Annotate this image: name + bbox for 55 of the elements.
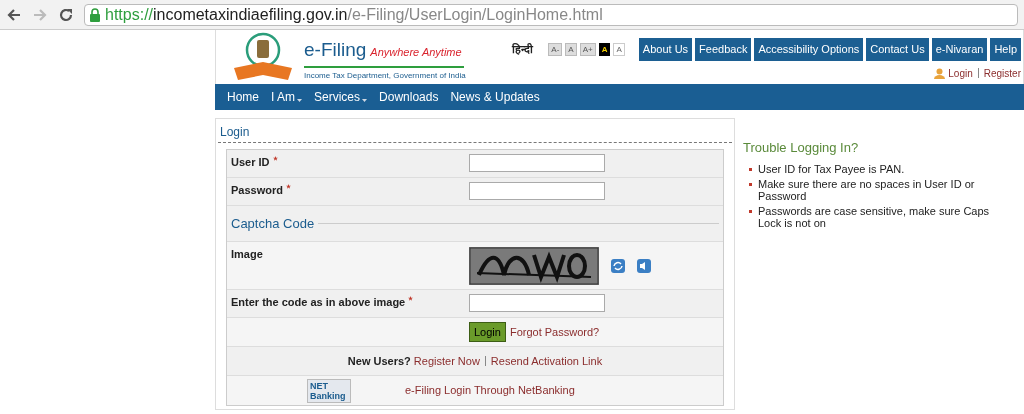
- address-bar[interactable]: https://incometaxindiaefiling.gov.in/e-Filing/UserLogin/LoginHome.html: [84, 3, 1018, 26]
- login-link[interactable]: Login: [948, 65, 973, 81]
- back-icon[interactable]: [6, 6, 22, 23]
- help-tip: User ID for Tax Payee is PAN.: [758, 162, 905, 175]
- top-nav-link[interactable]: Help: [990, 38, 1021, 61]
- nav-menu-item[interactable]: Home: [227, 88, 259, 106]
- forgot-password-link[interactable]: Forgot Password?: [509, 323, 600, 341]
- register-now-link[interactable]: Register Now: [413, 352, 480, 370]
- section-title: Captcha Code: [231, 214, 315, 233]
- bullet-icon: [749, 209, 752, 213]
- text-size-toggle[interactable]: A+: [579, 42, 596, 56]
- top-nav-link[interactable]: Contact Us: [866, 38, 929, 61]
- login-title: Login: [218, 119, 732, 143]
- reload-icon[interactable]: [58, 6, 74, 23]
- caret-icon: [297, 98, 303, 102]
- netbanking-badge: NET Banking: [307, 378, 351, 403]
- captcha-field[interactable]: [469, 294, 605, 312]
- text-size-toggle[interactable]: A: [613, 42, 625, 56]
- nav-menu-item[interactable]: Downloads: [379, 88, 439, 106]
- new-users-text: New Users?: [347, 353, 411, 369]
- bullet-icon: [749, 182, 752, 186]
- text-size-toggle[interactable]: A: [598, 42, 611, 56]
- top-nav-link[interactable]: About Us: [638, 38, 693, 61]
- netbanking-link[interactable]: e-Filing Login Through NetBanking: [405, 382, 575, 399]
- nav-menu-item[interactable]: Services: [314, 88, 361, 106]
- url-text: https://incometaxindiaefiling.gov.in/e-Filing/UserLogin/LoginHome.html: [105, 4, 603, 25]
- field-label: User ID: [231, 156, 270, 168]
- help-tip: Passwords are case sensitive, make sure Caps Lock is not on: [758, 204, 991, 229]
- text-size-toggle[interactable]: A: [565, 42, 577, 56]
- field-label: Enter the code as in above image: [231, 296, 406, 308]
- field-label: Image: [231, 248, 263, 260]
- text-field[interactable]: [469, 182, 605, 200]
- resend-activation-link[interactable]: Resend Activation Link: [490, 352, 603, 370]
- top-nav-link[interactable]: Feedback: [695, 38, 752, 61]
- user-icon: [934, 67, 946, 79]
- login-button[interactable]: Login: [469, 322, 506, 342]
- field-label: Password: [231, 184, 283, 196]
- text-size-toggle[interactable]: A-: [548, 42, 563, 56]
- language-link[interactable]: हिन्दी: [512, 41, 534, 58]
- lock-icon: [89, 7, 101, 22]
- refresh-icon[interactable]: [611, 259, 625, 273]
- help-title: Trouble Logging In?: [743, 139, 860, 157]
- department-text: Income Tax Department, Government of India: [304, 69, 466, 82]
- brand-title: e-Filing: [304, 38, 367, 62]
- caret-icon: [362, 98, 368, 102]
- text-field[interactable]: [469, 154, 605, 172]
- nav-menu-item[interactable]: I Am: [271, 88, 296, 106]
- register-link[interactable]: Register: [983, 65, 1021, 81]
- help-tip: Make sure there are no spaces in User ID or Password: [758, 177, 976, 202]
- tagline: Anywhere Anytime: [370, 45, 462, 60]
- top-nav-link[interactable]: e-Nivaran: [931, 38, 988, 61]
- nav-menu-item[interactable]: News & Updates: [450, 88, 540, 106]
- audio-icon[interactable]: [637, 259, 651, 273]
- top-nav-link[interactable]: Accessibility Options: [754, 38, 864, 61]
- bullet-icon: [749, 167, 752, 171]
